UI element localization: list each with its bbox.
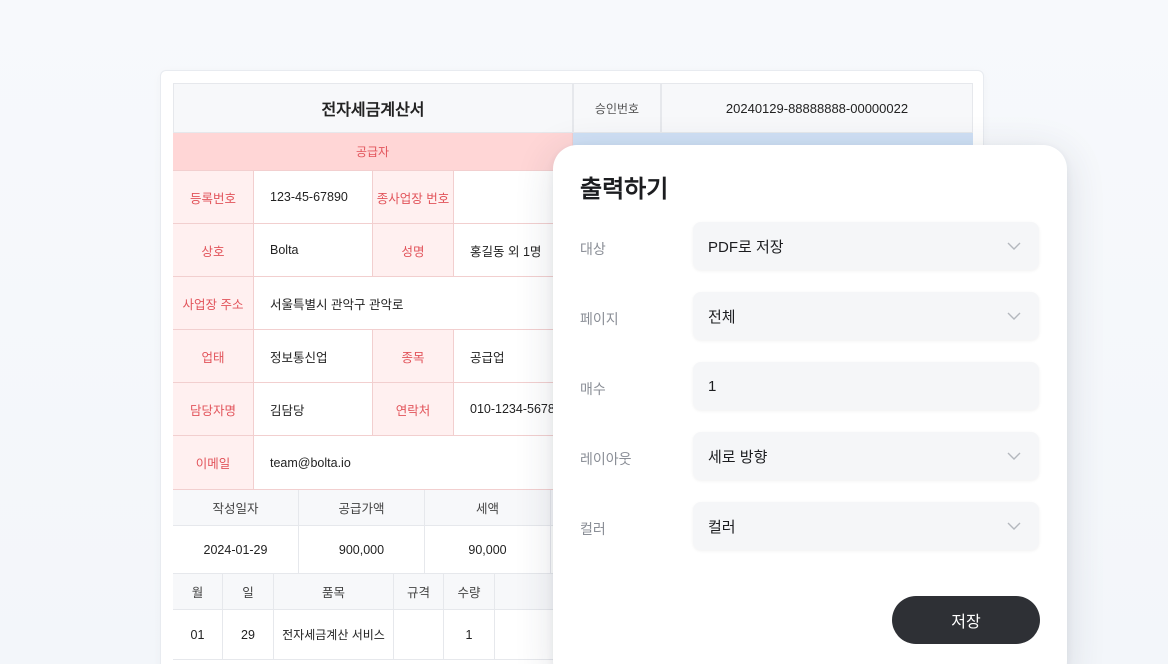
approval-number-label: 승인번호 bbox=[573, 83, 661, 133]
address-value: 서울특별시 관악구 관악로 bbox=[254, 277, 573, 330]
reg-no-value: 123-45-67890 bbox=[254, 171, 373, 224]
col-spec: 규격 bbox=[394, 574, 444, 610]
chevron-down-icon bbox=[1007, 522, 1021, 530]
date-label: 작성일자 bbox=[173, 490, 299, 526]
save-button[interactable]: 저장 bbox=[892, 596, 1040, 644]
chevron-down-icon bbox=[1007, 452, 1021, 460]
chevron-down-icon bbox=[1007, 312, 1021, 320]
target-select[interactable]: PDF로 저장 bbox=[693, 222, 1039, 270]
col-item: 품목 bbox=[274, 574, 394, 610]
copies-label: 매수 bbox=[580, 381, 606, 397]
company-label: 상호 bbox=[173, 224, 254, 277]
target-label: 대상 bbox=[580, 241, 606, 257]
col-day: 일 bbox=[223, 574, 274, 610]
name-label: 성명 bbox=[373, 224, 454, 277]
item-month: 01 bbox=[173, 610, 223, 660]
copies-input-value: 1 bbox=[708, 377, 717, 395]
email-label: 이메일 bbox=[173, 436, 254, 490]
manager-label: 담당자명 bbox=[173, 383, 254, 436]
copies-input[interactable]: 1 bbox=[693, 362, 1039, 410]
pages-select[interactable]: 전체 bbox=[693, 292, 1039, 340]
address-label: 사업장 주소 bbox=[173, 277, 254, 330]
print-dialog: 출력하기 대상 PDF로 저장 페이지 전체 매수 1 레이아웃 세로 방향 컬… bbox=[553, 145, 1067, 664]
tax-amount-value: 90,000 bbox=[425, 526, 551, 574]
supply-amount-value: 900,000 bbox=[299, 526, 425, 574]
approval-number: 20240129-88888888-00000022 bbox=[661, 83, 973, 133]
contact-label: 연락처 bbox=[373, 383, 454, 436]
invoice-title: 전자세금계산서 bbox=[173, 83, 573, 133]
item-day: 29 bbox=[223, 610, 274, 660]
date-value: 2024-01-29 bbox=[173, 526, 299, 574]
email-value: team@bolta.io bbox=[254, 436, 573, 490]
supplier-header: 공급자 bbox=[173, 133, 573, 171]
color-label: 컬러 bbox=[580, 521, 606, 537]
branch-no-label: 종사업장 번호 bbox=[373, 171, 454, 224]
supply-amount-label: 공급가액 bbox=[299, 490, 425, 526]
dialog-title: 출력하기 bbox=[580, 176, 669, 203]
business-type-label: 업태 bbox=[173, 330, 254, 383]
business-type-value: 정보통신업 bbox=[254, 330, 373, 383]
pages-label: 페이지 bbox=[580, 311, 619, 327]
pages-select-value: 전체 bbox=[708, 308, 736, 326]
col-month: 월 bbox=[173, 574, 223, 610]
color-select[interactable]: 컬러 bbox=[693, 502, 1039, 550]
layout-label: 레이아웃 bbox=[580, 451, 632, 467]
tax-amount-label: 세액 bbox=[425, 490, 551, 526]
col-qty: 수량 bbox=[444, 574, 495, 610]
item-spec bbox=[394, 610, 444, 660]
company-value: Bolta bbox=[254, 224, 373, 277]
item-name: 전자세금계산 서비스 bbox=[274, 610, 394, 660]
target-select-value: PDF로 저장 bbox=[708, 238, 784, 256]
business-item-label: 종목 bbox=[373, 330, 454, 383]
chevron-down-icon bbox=[1007, 242, 1021, 250]
layout-select[interactable]: 세로 방향 bbox=[693, 432, 1039, 480]
item-qty: 1 bbox=[444, 610, 495, 660]
manager-value: 김담당 bbox=[254, 383, 373, 436]
layout-select-value: 세로 방향 bbox=[708, 448, 768, 466]
reg-no-label: 등록번호 bbox=[173, 171, 254, 224]
color-select-value: 컬러 bbox=[708, 518, 736, 536]
